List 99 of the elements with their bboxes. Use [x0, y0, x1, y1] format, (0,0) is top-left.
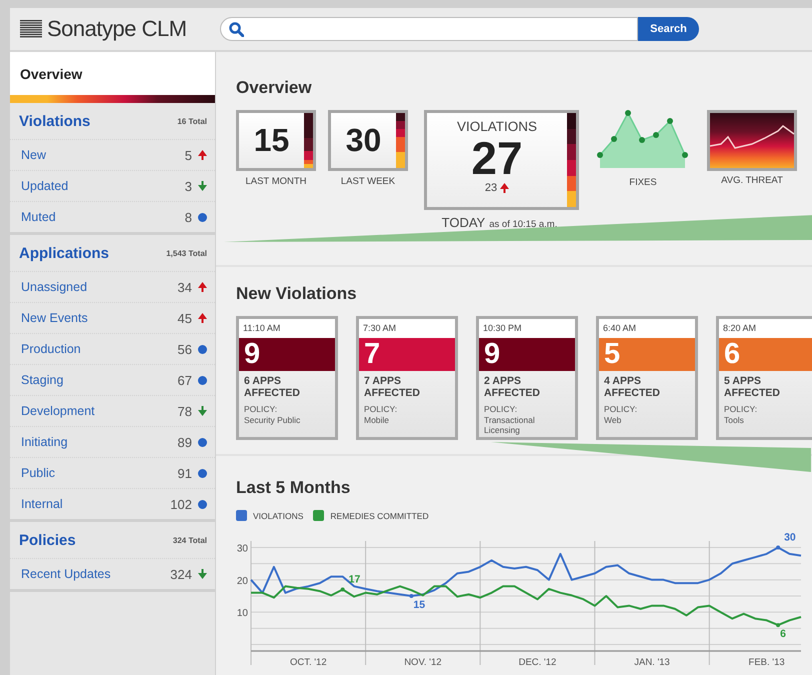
- overview-tab[interactable]: Overview: [10, 52, 215, 95]
- sidebar-link[interactable]: New Events: [21, 311, 178, 325]
- policy-label: POLICY:: [243, 403, 278, 414]
- apps-affected: 4 APPS AFFECTED: [603, 374, 661, 399]
- search-button[interactable]: Search: [638, 17, 699, 41]
- item-count: 89: [178, 434, 192, 450]
- legend-label: VIOLATIONS: [253, 510, 304, 520]
- item-count: 5: [184, 148, 192, 162]
- policy-name: Web: [603, 414, 622, 425]
- x-tick-label: OCT. '12: [290, 657, 327, 667]
- sidebar-link[interactable]: Muted: [21, 210, 185, 224]
- x-tick-label: FEB. '13: [748, 657, 785, 667]
- sidebar-link[interactable]: Unassigned: [21, 280, 178, 294]
- policy-name: Mobile: [363, 414, 390, 425]
- item-count: 102: [170, 496, 192, 512]
- y-tick-label: 10: [236, 608, 248, 620]
- section-title: Violations: [19, 112, 90, 130]
- violation-count: 6: [719, 338, 812, 371]
- violation-time: 10:30 PM: [479, 319, 575, 338]
- point: [776, 545, 780, 550]
- point-annotation: 15: [409, 594, 426, 611]
- annotation: 17: [348, 574, 361, 586]
- point-annotation: 30: [776, 531, 796, 550]
- item-count: 324: [170, 566, 192, 582]
- violation-time: 7:30 AM: [359, 319, 455, 338]
- policy-name: Transactional Licensing: [483, 414, 536, 435]
- section-heading: Last 5 Months: [236, 478, 352, 498]
- stat-label: LAST WEEK: [340, 176, 396, 187]
- sidebar-link[interactable]: Production: [21, 342, 178, 356]
- section-total: 1,543 Total: [166, 248, 207, 258]
- item-count: 34: [178, 280, 192, 294]
- policy-name: Tools: [723, 414, 745, 425]
- section-title: Policies: [19, 532, 76, 548]
- violation-card[interactable]: 8:20 AM 6 5 APPS AFFECTED POLICY: Tools: [716, 316, 812, 440]
- point-annotation: 6: [776, 623, 786, 640]
- section-total: 324 Total: [172, 536, 207, 544]
- annotation: 15: [413, 599, 426, 611]
- section-heading: New Violations: [236, 284, 358, 304]
- annotation: 6: [780, 628, 786, 640]
- point-annotation: 17: [340, 574, 360, 592]
- stat-value: 27: [471, 134, 523, 182]
- sidebar-link[interactable]: Development: [21, 404, 178, 418]
- timestamp: as of 10:15 a.m.: [489, 219, 558, 230]
- item-count: 78: [178, 404, 192, 418]
- violation-card[interactable]: 6:40 AM 5 4 APPS AFFECTED POLICY: Web: [596, 316, 698, 440]
- sidebar-link[interactable]: Initiating: [21, 435, 178, 449]
- violation-card[interactable]: 7:30 AM 7 7 APPS AFFECTED POLICY: Mobile: [356, 316, 458, 440]
- y-tick-label: 20: [236, 576, 248, 587]
- point: [340, 588, 345, 592]
- sidebar-link[interactable]: New: [21, 148, 185, 162]
- change-value: 23: [484, 182, 498, 194]
- point: [776, 623, 780, 628]
- section-total: 16 Total: [177, 116, 207, 126]
- policy-name: Security Public: [243, 414, 302, 425]
- sidebar-link[interactable]: Recent Updates: [21, 567, 170, 581]
- policy-label: POLICY:: [723, 403, 758, 414]
- policy-label: POLICY:: [363, 403, 398, 414]
- item-count: 91: [178, 466, 192, 480]
- violation-count: 9: [479, 338, 575, 371]
- app-logo: Sonatype CLM: [47, 16, 187, 42]
- annotation: 30: [784, 531, 796, 544]
- today-label: TODAY: [442, 215, 486, 230]
- item-count: 45: [178, 310, 192, 326]
- sidebar-link[interactable]: Staging: [21, 373, 178, 387]
- item-count: 56: [178, 342, 192, 356]
- item-count: 3: [184, 178, 192, 194]
- apps-affected: 6 APPS AFFECTED: [243, 374, 301, 399]
- violation-card[interactable]: 10:30 PM 9 2 APPS AFFECTED POLICY: Transactional Licensing: [476, 316, 578, 440]
- section-title: Applications: [19, 244, 110, 262]
- x-tick-label: NOV. '12: [404, 657, 442, 667]
- violation-time: 6:40 AM: [599, 319, 695, 338]
- item-count: 67: [178, 372, 192, 388]
- stat-label: AVG. THREAT: [721, 175, 783, 186]
- sidebar-link[interactable]: Updated: [21, 179, 185, 193]
- policy-label: POLICY:: [483, 403, 518, 414]
- x-tick-label: DEC. '12: [518, 657, 556, 667]
- stat-value: 30: [344, 121, 382, 160]
- item-count: 8: [184, 210, 192, 224]
- section-heading: Overview: [236, 78, 313, 98]
- policy-label: POLICY:: [603, 403, 638, 414]
- y-tick-label: 30: [236, 543, 248, 554]
- apps-affected: 5 APPS AFFECTED: [723, 374, 781, 399]
- point: [409, 594, 414, 598]
- violation-count: 7: [359, 338, 455, 371]
- x-tick-label: JAN. '13: [634, 657, 670, 667]
- violation-time: 8:20 AM: [719, 319, 812, 338]
- sidebar-link[interactable]: Public: [21, 466, 178, 480]
- stat-label: FIXES: [629, 177, 657, 188]
- legend-label: REMEDIES COMMITTED: [330, 510, 429, 520]
- violation-count: 9: [239, 338, 335, 371]
- stat-value: 15: [252, 121, 290, 160]
- sidebar-link[interactable]: Internal: [21, 497, 170, 511]
- apps-affected: 7 APPS AFFECTED: [363, 374, 421, 399]
- stat-title: VIOLATIONS: [456, 119, 538, 134]
- violation-count: 5: [599, 338, 695, 371]
- violation-time: 11:10 AM: [239, 319, 335, 338]
- stat-label: LAST MONTH: [245, 176, 307, 187]
- violation-card[interactable]: 11:10 AM 9 6 APPS AFFECTED POLICY: Security Public: [236, 316, 338, 440]
- apps-affected: 2 APPS AFFECTED: [483, 374, 541, 399]
